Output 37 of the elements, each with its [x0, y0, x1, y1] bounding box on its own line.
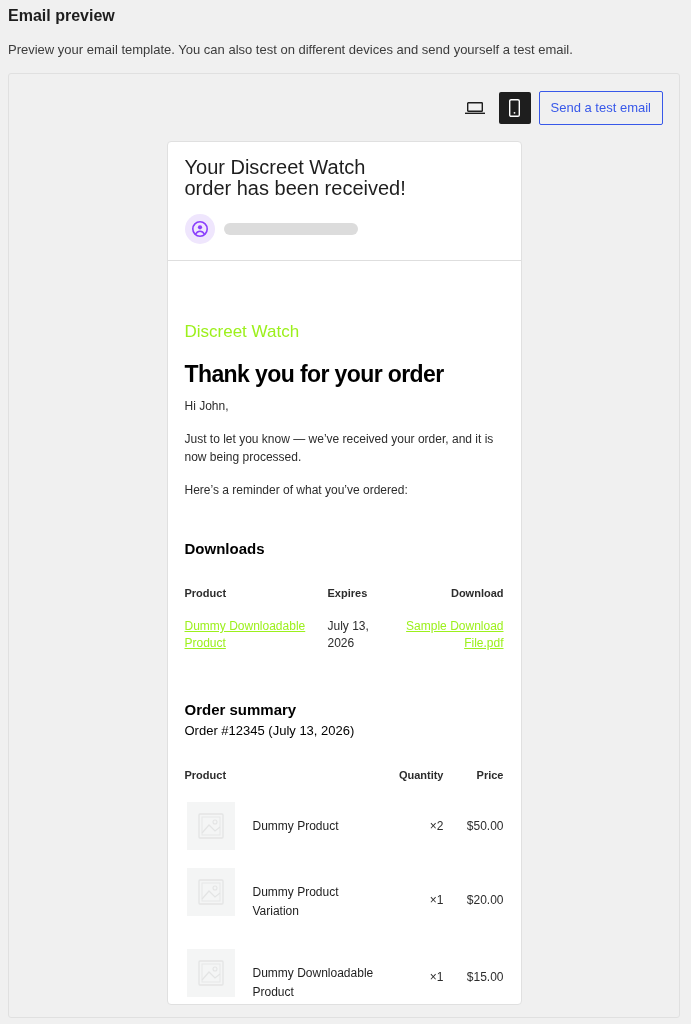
- quantity: ×2: [428, 818, 444, 835]
- email-heading: Thank you for your order: [184, 360, 445, 388]
- image-placeholder-icon: [186, 949, 235, 997]
- quantity: ×1: [428, 891, 444, 909]
- user-avatar-icon: [184, 214, 215, 244]
- column-header: Expires: [327, 586, 369, 601]
- column-header: Price: [475, 768, 504, 783]
- product-name: Dummy Product: [252, 818, 339, 835]
- page-title: Email preview: [8, 6, 116, 26]
- store-name: Discreet Watch: [184, 322, 301, 342]
- email-subject: Your Discreet Watch order has been received!: [184, 157, 407, 199]
- send-test-email-button[interactable]: Send a test email: [538, 91, 663, 125]
- product-name: Dummy Product Variation: [252, 884, 340, 920]
- column-header: Download: [449, 586, 504, 601]
- smartphone-icon: [509, 99, 521, 117]
- price: $50.00: [465, 818, 504, 835]
- page-description: Preview your email template. You can also test on different devices and send yourself a test email.: [8, 41, 574, 59]
- order-number: Order #12345 (July 13, 2026): [184, 722, 356, 740]
- product-name: Dummy Downloadable Product: [252, 965, 375, 1001]
- column-header: Product: [184, 768, 228, 783]
- column-header: Product: [184, 586, 228, 601]
- laptop-icon: [464, 102, 485, 114]
- email-paragraph: Just to let you know — we’ve received your order, and it is now being processed.: [184, 431, 495, 466]
- downloads-title: Downloads: [184, 539, 266, 559]
- price: $20.00: [465, 891, 504, 909]
- email-paragraph: Hi John,: [184, 398, 230, 415]
- expiry-date: July 13, 2026: [327, 618, 370, 652]
- download-file-link[interactable]: Sample Download File.pdf: [403, 618, 504, 652]
- product-link[interactable]: Dummy Downloadable Product: [184, 618, 320, 652]
- mobile-view-button[interactable]: [498, 92, 531, 124]
- image-placeholder-icon: [186, 868, 235, 916]
- order-summary-title: Order summary: [184, 700, 298, 720]
- email-paragraph: Here’s a reminder of what you’ve ordered:: [184, 482, 409, 499]
- quantity: ×1: [428, 968, 444, 986]
- price: $15.00: [465, 968, 504, 986]
- column-header: Quantity: [397, 768, 444, 783]
- image-placeholder-icon: [186, 802, 235, 850]
